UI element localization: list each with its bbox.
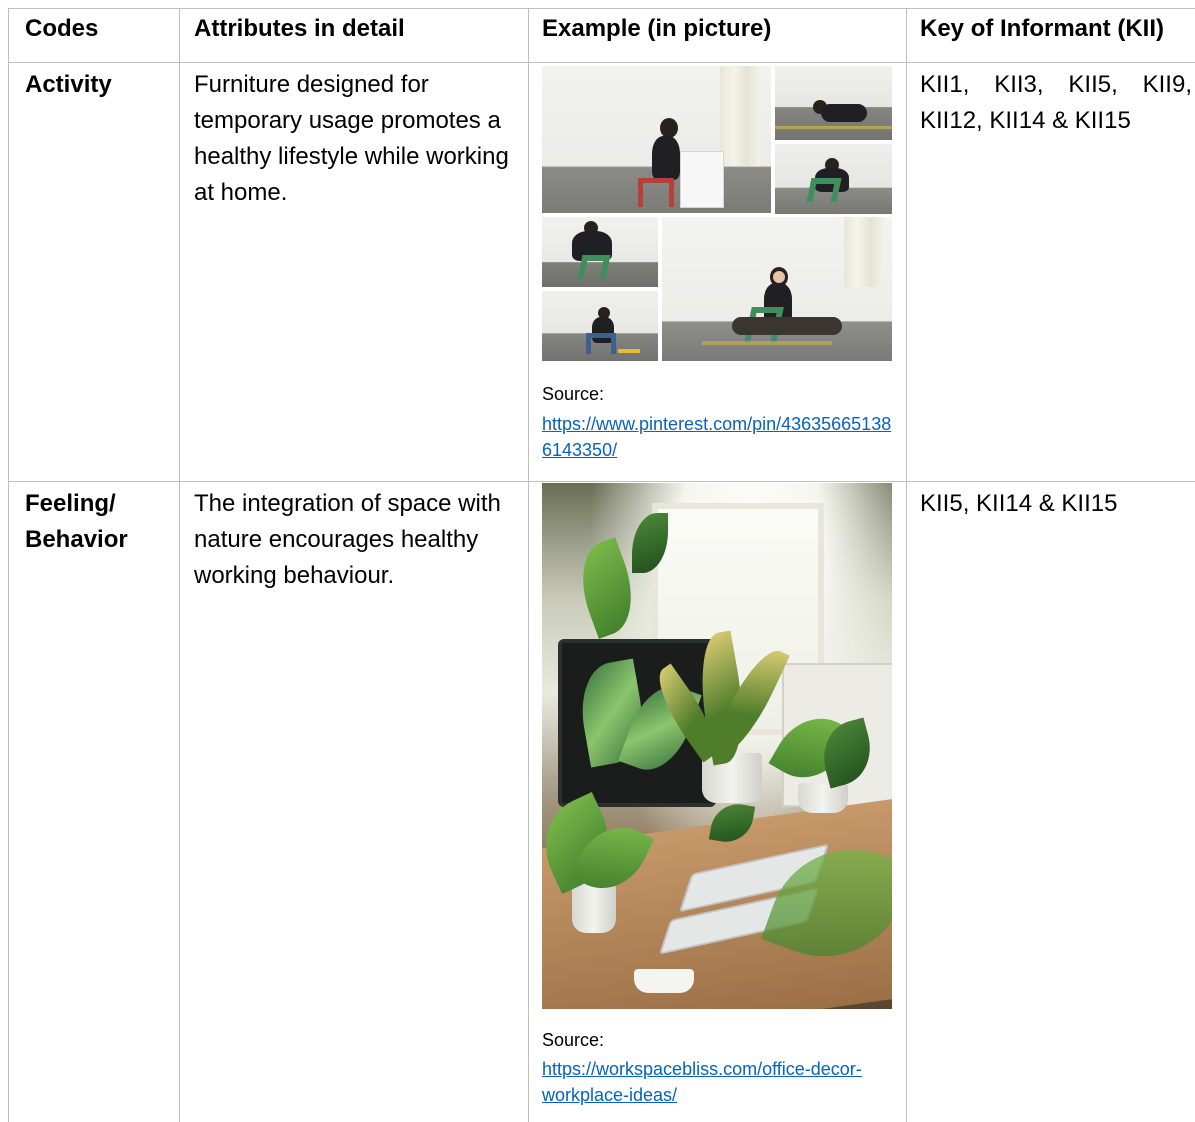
col-divider-2 — [528, 8, 529, 1122]
row1-kii: KII1, KII3, KII5, KII9, KII12, KII14 & K… — [920, 71, 1192, 134]
collage-photo-child-seat — [542, 291, 658, 361]
header-attributes: Attributes in detail — [194, 15, 405, 42]
row1-source-link[interactable]: https://www.pinterest.com/pin/4363566513… — [542, 411, 892, 463]
collage-photo-reclining-couple — [662, 217, 892, 361]
row2-source-link[interactable]: https://workspacebliss.com/office-decor-… — [542, 1056, 892, 1108]
collage-photo-desk-work — [542, 66, 771, 213]
row2-source-label: Source: — [542, 1030, 605, 1050]
row2-kii: KII5, KII14 & KII15 — [920, 490, 1118, 517]
row2-code: Feeling/ Behavior — [25, 490, 128, 553]
row1-code: Activity — [25, 71, 112, 98]
col-divider-3 — [906, 8, 907, 1122]
row1-bottom-border — [8, 481, 1195, 482]
table-top-border — [8, 8, 1195, 9]
header-bottom-border — [8, 62, 1195, 63]
header-codes: Codes — [25, 15, 99, 42]
collage-photo-lounging — [542, 217, 658, 287]
header-example: Example (in picture) — [542, 15, 772, 42]
header-kii: Key of Informant (KII) — [920, 15, 1164, 42]
row1-attributes: Furniture designed for temporary usage p… — [194, 71, 509, 206]
collage-photo-sitting-pair — [775, 144, 892, 214]
table-left-border — [8, 8, 9, 1122]
collage-photo-lying-reading — [775, 66, 892, 140]
workspace-nature-photo — [542, 483, 892, 1009]
col-divider-1 — [179, 8, 180, 1122]
row2-attributes: The integration of space with nature enc… — [194, 490, 501, 589]
row1-source-label: Source: — [542, 384, 605, 404]
